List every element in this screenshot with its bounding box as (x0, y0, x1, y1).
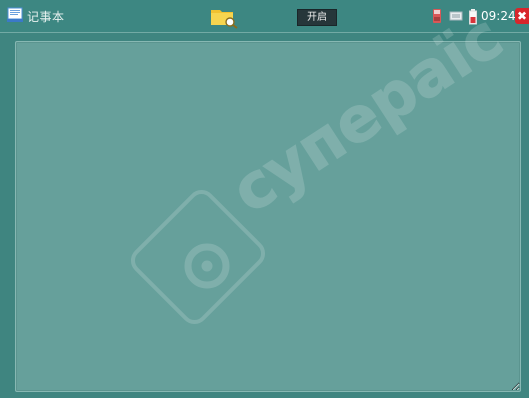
close-button[interactable]: ✖ (515, 8, 529, 24)
network-icon (449, 11, 463, 21)
notepad-icon (7, 7, 23, 22)
open-button[interactable]: 开启 (297, 9, 337, 26)
clock: 09:24 (481, 9, 516, 23)
notepad-text-area[interactable] (15, 41, 521, 392)
sd-card-icon (433, 9, 441, 23)
app-title: 记事本 (27, 10, 65, 24)
notepad-screen: 记事本 开启 09:24 ✖ (0, 0, 529, 398)
title-bar: 记事本 开启 09:24 ✖ (0, 0, 529, 33)
battery-icon (469, 9, 477, 25)
folder-search-icon[interactable] (209, 5, 239, 29)
